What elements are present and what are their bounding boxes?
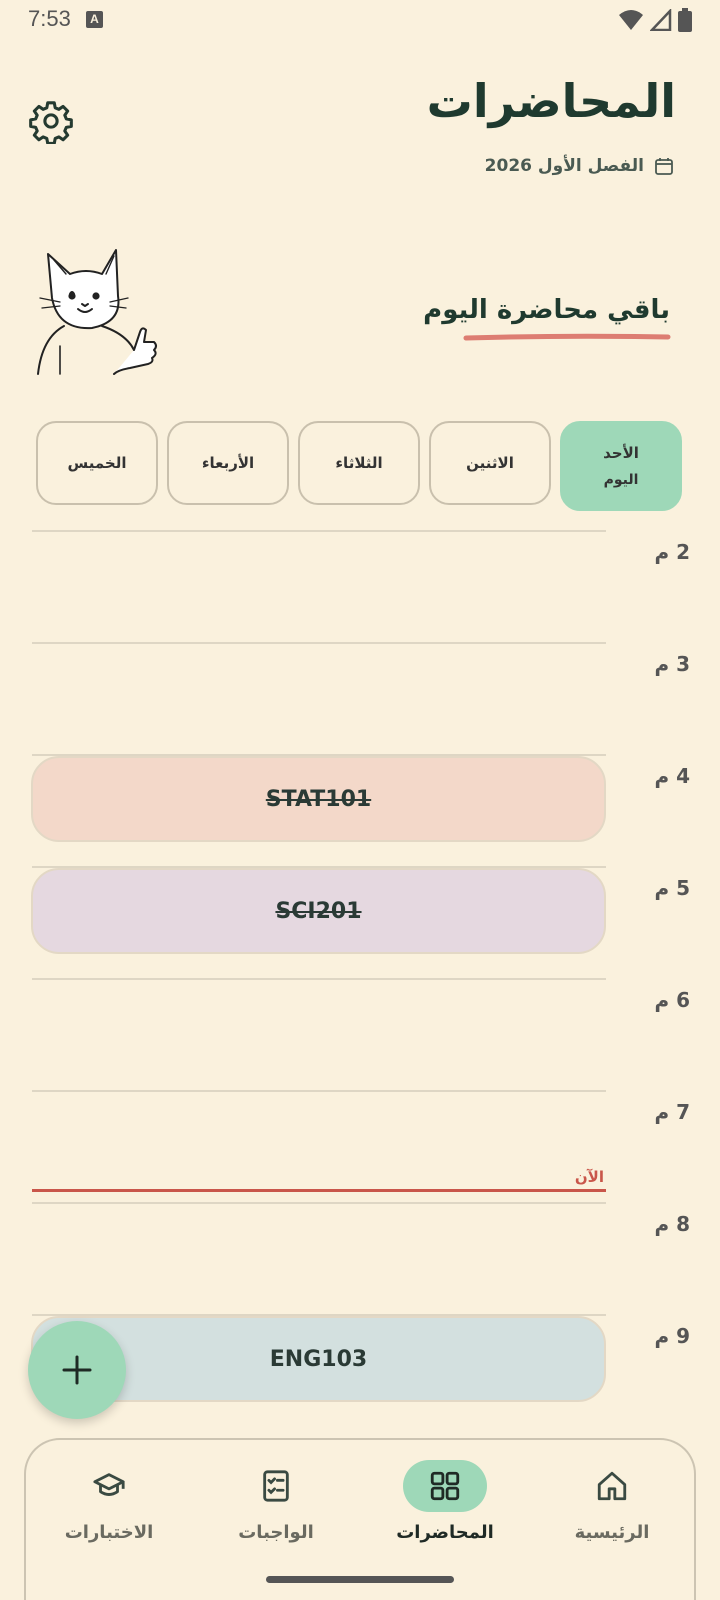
nav-assignments-label: الواجبات [238,1522,314,1543]
term-row: الفصل الأول 2026 [485,156,674,176]
lecture-card-stat101[interactable]: STAT101 [31,756,606,842]
hour-label: 8 م [654,1212,690,1236]
page-title: المحاضرات [426,74,676,128]
today-label: اليوم [603,472,639,488]
cat-thumbs-up-illustration [37,249,157,375]
wifi-icon [619,10,643,30]
home-indicator[interactable] [266,1576,454,1583]
nav-exams-label: الاختبارات [64,1522,154,1543]
status-icons [618,8,692,32]
home-icon [597,1471,627,1501]
lecture-code: SCI201 [275,898,362,924]
day-label: الأربعاء [201,454,255,472]
hour-label: 4 م [654,764,690,788]
nav-home-label: الرئيسية [574,1522,650,1543]
plus-icon [62,1355,92,1385]
hour-divider [32,1090,606,1092]
now-label: الآن [574,1168,604,1186]
add-lecture-button[interactable] [28,1321,126,1419]
notification-icon: A [86,11,103,28]
hour-label: 5 م [654,876,690,900]
remaining-lectures-message: باقي محاضرة اليوم [423,295,670,325]
tab-sunday[interactable]: الأحد اليوم [560,421,682,511]
hour-label: 6 م [654,988,690,1012]
hour-label: 3 م [654,652,690,676]
hour-label: 7 م [654,1100,690,1124]
tab-tuesday[interactable]: الثلاثاء [298,421,420,505]
nav-lectures[interactable]: المحاضرات [370,1460,520,1543]
settings-gear-icon[interactable] [28,98,74,144]
highlight-underline [463,333,671,341]
hour-divider [32,1202,606,1204]
checklist-icon [263,1470,289,1502]
nav-home[interactable]: الرئيسية [537,1460,687,1543]
calendar-icon [655,158,673,175]
day-label: الخميس [67,454,127,472]
day-label: الأحد [603,444,639,462]
nav-assignments[interactable]: الواجبات [201,1460,351,1543]
hour-divider [32,642,606,644]
day-label: الثلاثاء [335,454,383,472]
grid-icon [430,1471,460,1501]
lecture-card-sci201[interactable]: SCI201 [31,868,606,954]
nav-lectures-label: المحاضرات [396,1522,494,1543]
status-time: 7:53 [28,6,71,31]
hour-divider [32,530,606,532]
tab-monday[interactable]: الاثنين [429,421,551,505]
day-label: الاثنين [466,454,514,472]
signal-icon [650,9,672,31]
tab-thursday[interactable]: الخميس [36,421,158,505]
hour-label: 2 م [654,540,690,564]
nav-exams[interactable]: الاختبارات [34,1460,184,1543]
hour-divider [32,978,606,980]
graduation-cap-icon [93,1473,125,1496]
tab-wednesday[interactable]: الأربعاء [167,421,289,505]
lecture-code: STAT101 [265,786,372,812]
now-indicator-line [32,1189,606,1192]
lecture-code: ENG103 [269,1346,368,1372]
battery-icon [678,8,692,32]
term-label: الفصل الأول 2026 [484,156,644,176]
hour-label: 9 م [654,1324,690,1348]
